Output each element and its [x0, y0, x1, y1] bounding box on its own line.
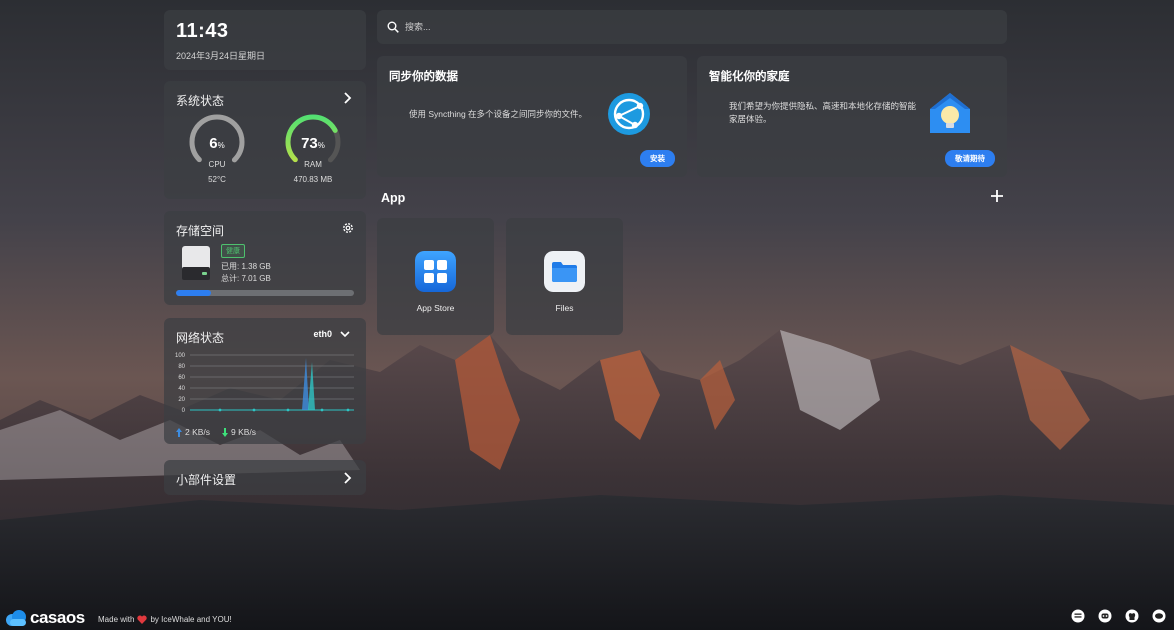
heart-icon [137, 615, 148, 624]
brand-name: casaos [30, 608, 85, 627]
storage-widget: 存储空间 健康 已用: 1.38 GB 总计: 7.01 GB [164, 211, 366, 305]
sync-card: 同步你的数据 使用 Syncthing 在多个设备之间同步你的文件。 安装 [377, 56, 687, 177]
download-speed: 9 KB/s [222, 427, 256, 437]
system-status-title: 系统状态 [176, 94, 225, 108]
discord-icon[interactable] [1098, 609, 1112, 623]
ram-value: 73% [301, 135, 325, 152]
message-icon[interactable] [1071, 609, 1085, 623]
storage-used: 已用: 1.38 GB [221, 262, 271, 271]
interface-select[interactable]: eth0 [313, 329, 350, 339]
github-icon[interactable] [1125, 609, 1139, 623]
ram-used: 470.83 MB [293, 175, 333, 184]
casaos-logo[interactable]: casaos [4, 608, 85, 628]
system-status-widget: 系统状态 6% CPU 52°C 73% RAM 470.83 MB [164, 81, 366, 199]
upload-speed: 2 KB/s [176, 427, 210, 437]
search-input[interactable] [405, 22, 985, 32]
chevron-right-icon[interactable] [340, 91, 354, 105]
storage-bar-fill [176, 290, 212, 296]
clock-time: 11:43 [176, 20, 229, 42]
smart-home-card: 智能化你的家庭 我们希望为你提供隐私、高速和本地化存储的智能家居体验。 敬请期待 [697, 56, 1007, 177]
storage-title: 存储空间 [176, 224, 225, 238]
clock-date: 2024年3月24日星期日 [176, 51, 266, 61]
search-bar[interactable] [377, 10, 1007, 44]
apps-section-title: App [381, 191, 406, 205]
cpu-label: CPU [208, 160, 226, 169]
sync-card-desc: 使用 Syncthing 在多个设备之间同步你的文件。 [409, 109, 588, 119]
y-tick: 100 [175, 353, 186, 359]
footer-links [1071, 609, 1166, 623]
disk-icon [182, 246, 210, 280]
app-tile-app-store[interactable]: App Store [377, 218, 494, 335]
storage-bar [176, 290, 354, 296]
cpu-gauge: 6% CPU 52°C [182, 111, 252, 185]
network-chart: 100 80 60 40 20 0 [175, 353, 354, 414]
ram-label: RAM [304, 160, 322, 169]
app-tile-files[interactable]: Files [506, 218, 623, 335]
y-tick: 20 [178, 397, 185, 403]
sync-card-title: 同步你的数据 [389, 71, 458, 83]
coming-soon-button[interactable]: 敬请期待 [945, 150, 995, 167]
syncthing-icon [608, 93, 650, 135]
install-button[interactable]: 安装 [640, 150, 675, 167]
cloud-icon [6, 610, 26, 626]
clock-widget: 11:43 2024年3月24日星期日 [164, 10, 366, 70]
widget-settings-button[interactable]: 小部件设置 [164, 460, 366, 495]
app-store-icon [415, 251, 456, 292]
made-with-text: Made with by IceWhale and YOU! [98, 615, 232, 624]
network-title: 网络状态 [176, 331, 225, 345]
footer: casaos Made with by IceWhale and YOU! [0, 606, 1174, 630]
cpu-value: 6% [209, 135, 225, 152]
chat-icon[interactable] [1152, 609, 1166, 623]
interface-name: eth0 [313, 329, 332, 339]
health-badge: 健康 [221, 244, 245, 258]
chevron-down-icon [340, 331, 350, 338]
network-widget: 网络状态 eth0 100 80 60 40 20 0 2 KB/s 9 KB/… [164, 318, 366, 444]
ram-gauge: 73% RAM 470.83 MB [278, 111, 348, 185]
chevron-right-icon [344, 472, 352, 484]
y-tick: 80 [178, 364, 185, 370]
search-icon [387, 21, 399, 33]
storage-total: 总计: 7.01 GB [221, 274, 271, 283]
y-tick: 0 [182, 408, 186, 414]
widget-settings-title: 小部件设置 [176, 473, 237, 487]
cpu-temp: 52°C [208, 175, 226, 184]
app-name: App Store [416, 303, 455, 313]
folder-icon [544, 251, 585, 292]
y-tick: 40 [178, 386, 185, 392]
smart-home-card-desc: 我们希望为你提供隐私、高速和本地化存储的智能家居体验。 [729, 101, 917, 124]
app-name: Files [555, 303, 574, 313]
gear-icon[interactable] [342, 222, 354, 234]
smart-home-icon [930, 93, 970, 133]
smart-home-card-title: 智能化你的家庭 [709, 71, 790, 83]
plus-icon[interactable] [990, 189, 1004, 203]
arrow-down-icon [222, 427, 228, 437]
arrow-up-icon [176, 427, 182, 437]
y-tick: 60 [178, 375, 185, 381]
